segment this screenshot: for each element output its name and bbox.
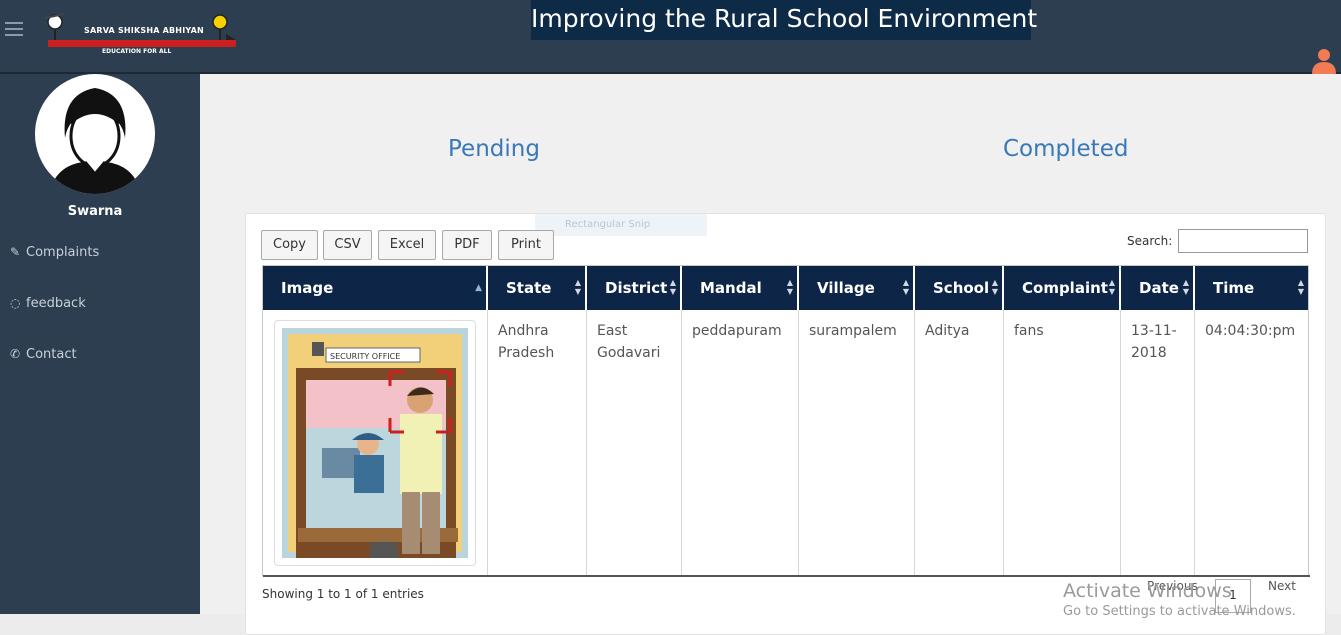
table-cell-school: Aditya bbox=[915, 310, 1004, 575]
table-cell-village: surampalem bbox=[799, 310, 915, 575]
sidebar-item-complaints[interactable]: ✎ Complaints bbox=[10, 245, 99, 260]
phone-icon: ✆ bbox=[10, 347, 21, 361]
avatar bbox=[35, 74, 155, 194]
table-cell-time: 04:04:30:pm bbox=[1205, 323, 1296, 339]
table-cell-state: Andhra Pradesh bbox=[488, 310, 587, 575]
sort-icon: ▲ ▼ bbox=[1182, 278, 1189, 296]
tab-completed[interactable]: Completed bbox=[1003, 136, 1128, 162]
sort-ascending-icon: ▲ bbox=[475, 283, 482, 293]
comment-icon: ◌ bbox=[10, 296, 21, 310]
logo-text: SARVA SHIKSHA ABHIYAN bbox=[84, 26, 204, 35]
column-header-school[interactable]: School ▲ ▼ bbox=[915, 266, 1004, 310]
activate-windows-subtext: Go to Settings to activate Windows. bbox=[1063, 604, 1296, 619]
column-header-district[interactable]: District ▲ ▼ bbox=[587, 266, 682, 310]
hamburger-menu-icon[interactable] bbox=[5, 22, 23, 36]
table-cell-date: 13-11-2018 bbox=[1121, 310, 1195, 575]
sort-icon: ▲ ▼ bbox=[902, 278, 909, 296]
search-input[interactable] bbox=[1178, 229, 1308, 253]
snip-overlay-label: Rectangular Snip bbox=[535, 214, 707, 236]
table-cell-image: SECURITY OFFICE bbox=[263, 310, 488, 575]
sort-icon: ▲ ▼ bbox=[574, 278, 581, 296]
table-bottom-border bbox=[263, 575, 1310, 577]
pdf-button[interactable]: PDF bbox=[442, 230, 492, 260]
sort-icon: ▲ ▼ bbox=[669, 278, 676, 296]
excel-button[interactable]: Excel bbox=[378, 230, 436, 260]
next-page-button[interactable]: Next bbox=[1268, 579, 1296, 593]
table-cell-complaint: fans bbox=[1004, 310, 1121, 575]
sort-icon: ▲ ▼ bbox=[1297, 278, 1304, 296]
page-title: Improving the Rural School Environment bbox=[531, 0, 1037, 40]
logo-pencil-bar bbox=[48, 40, 236, 47]
security-office-illustration-icon: SECURITY OFFICE bbox=[282, 328, 468, 558]
column-header-label: Image bbox=[281, 279, 334, 297]
copy-button[interactable]: Copy bbox=[261, 230, 318, 260]
logo-subtext: EDUCATION FOR ALL bbox=[102, 48, 172, 55]
sidebar: Swarna ✎ Complaints ◌ feedback ✆ Contact bbox=[0, 74, 200, 614]
complaint-image[interactable]: SECURITY OFFICE bbox=[274, 320, 476, 566]
username: Swarna bbox=[67, 204, 123, 219]
sidebar-item-contact[interactable]: ✆ Contact bbox=[10, 347, 77, 362]
search-label: Search: bbox=[1127, 234, 1173, 248]
column-header-label: Date bbox=[1139, 279, 1179, 297]
sort-icon: ▲ ▼ bbox=[991, 278, 998, 296]
user-account-icon[interactable] bbox=[1312, 48, 1336, 74]
table-cell-mandal: peddapuram bbox=[682, 310, 799, 575]
column-header-village[interactable]: Village ▲ ▼ bbox=[799, 266, 915, 310]
complaints-table: Image ▲ State ▲ ▼ District ▲ ▼ Mandal ▲ ▼ Villa… bbox=[262, 265, 1310, 577]
activate-windows-watermark: Activate Windows bbox=[1063, 580, 1232, 602]
column-header-image[interactable]: Image ▲ bbox=[263, 266, 488, 310]
table-cell-district: East Godavari bbox=[587, 310, 682, 575]
entries-info: Showing 1 to 1 of 1 entries bbox=[262, 587, 424, 601]
column-header-label: State bbox=[506, 279, 552, 297]
column-header-label: Complaint bbox=[1022, 279, 1108, 297]
column-header-complaint[interactable]: Complaint ▲ ▼ bbox=[1004, 266, 1121, 310]
column-header-time[interactable]: Time ▲ ▼ bbox=[1195, 266, 1308, 310]
sidebar-item-label: Complaints bbox=[26, 245, 100, 260]
sort-icon: ▲ ▼ bbox=[1108, 278, 1115, 296]
sort-icon: ▲ ▼ bbox=[786, 278, 793, 296]
sidebar-item-label: Contact bbox=[26, 347, 77, 362]
column-header-label: Time bbox=[1213, 279, 1255, 297]
sign-text: SECURITY OFFICE bbox=[330, 352, 400, 361]
csv-button[interactable]: CSV bbox=[323, 230, 372, 260]
sidebar-item-label: feedback bbox=[26, 296, 86, 311]
print-button[interactable]: Print bbox=[498, 230, 554, 260]
sidebar-item-feedback[interactable]: ◌ feedback bbox=[10, 296, 86, 311]
main-content: Pending Completed Rectangular Snip Copy … bbox=[200, 74, 1341, 635]
tab-pending[interactable]: Pending bbox=[448, 136, 540, 162]
column-header-state[interactable]: State ▲ ▼ bbox=[488, 266, 587, 310]
column-header-label: District bbox=[605, 279, 668, 297]
column-header-label: School bbox=[933, 279, 990, 297]
column-header-label: Village bbox=[817, 279, 875, 297]
complaints-panel: Rectangular Snip Copy CSV Excel PDF Prin… bbox=[245, 213, 1326, 635]
column-header-label: Mandal bbox=[700, 279, 762, 297]
logo: SARVA SHIKSHA ABHIYAN EDUCATION FOR ALL bbox=[40, 12, 236, 62]
avatar-silhouette-icon bbox=[49, 88, 141, 194]
column-header-mandal[interactable]: Mandal ▲ ▼ bbox=[682, 266, 799, 310]
column-header-date[interactable]: Date ▲ ▼ bbox=[1121, 266, 1195, 310]
edit-icon: ✎ bbox=[10, 245, 21, 259]
top-bar: SARVA SHIKSHA ABHIYAN EDUCATION FOR ALL … bbox=[0, 0, 1341, 74]
